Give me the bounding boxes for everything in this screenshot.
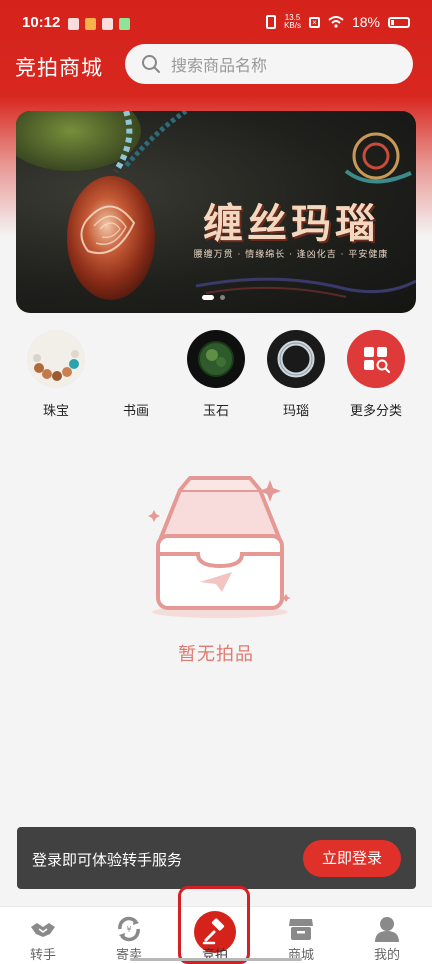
search-icon — [142, 55, 160, 73]
vibrate-icon — [266, 15, 277, 29]
login-prompt-text: 登录即可体验转手服务 — [32, 851, 183, 869]
battery-icon — [388, 16, 410, 28]
search-placeholder: 搜索商品名称 — [171, 56, 268, 75]
app-notification-icon — [102, 18, 113, 30]
more-categories-icon — [347, 330, 405, 388]
profile-icon — [375, 917, 399, 942]
nav-item-consign[interactable]: ¥ 寄卖 — [86, 907, 172, 964]
empty-box-icon — [148, 476, 291, 618]
status-time: 10:12 — [22, 14, 61, 31]
banner-dot-active — [202, 295, 214, 300]
category-label: 玛瑙 — [282, 404, 309, 419]
status-right: 13.5 KB/s × 18% — [266, 14, 410, 30]
nav-item-profile[interactable]: 我的 — [344, 907, 430, 964]
home-indicator — [130, 958, 302, 961]
banner-dot — [220, 295, 225, 300]
status-bar: 10:12 13.5 KB/s × 18% — [0, 0, 432, 40]
login-prompt-bar: 登录即可体验转手服务 立即登录 — [17, 827, 416, 889]
painting-image — [107, 330, 165, 388]
no-sim-icon: × — [308, 16, 320, 28]
search-input[interactable]: 搜索商品名称 — [125, 44, 413, 84]
banner-title: 缠丝玛瑙 — [203, 200, 379, 247]
wifi-icon — [328, 16, 344, 28]
category-label: 书画 — [122, 404, 149, 419]
category-label: 玉石 — [202, 404, 229, 419]
store-icon — [289, 919, 313, 940]
notification-icons — [68, 18, 130, 30]
nav-item-mall[interactable]: 商城 — [258, 907, 344, 964]
svg-text:¥: ¥ — [126, 925, 131, 934]
category-more[interactable]: 更多分类 — [336, 330, 416, 419]
exchange-icon: ¥ — [118, 916, 140, 942]
banner-subtitle: 腰缠万贯 · 情缘绵长 · 逢凶化吉 · 平安健康 — [193, 250, 389, 260]
jade-image — [187, 330, 245, 388]
empty-state-text: 暂无拍品 — [178, 644, 254, 665]
promo-banner[interactable]: 缠丝玛瑙 腰缠万贯 · 情缘绵长 · 逢凶化吉 · 平安健康 — [16, 111, 416, 313]
login-button[interactable]: 立即登录 — [303, 840, 401, 877]
banner-pagination — [202, 295, 225, 300]
category-jewelry[interactable]: 珠宝 — [16, 330, 96, 419]
category-label: 珠宝 — [42, 404, 69, 419]
category-agate[interactable]: 玛瑙 — [256, 330, 336, 419]
network-speed-unit: KB/s — [284, 21, 301, 30]
category-row: 珠宝 书画 玉石 玛瑙 更多分类 — [0, 330, 432, 420]
app-notification-icon — [85, 18, 96, 30]
page-title: 竞拍商城 — [15, 56, 103, 80]
nav-item-transfer[interactable]: 转手 — [0, 907, 86, 964]
agate-bracelet-image — [267, 330, 325, 388]
nav-item-auction[interactable]: 竞拍 — [172, 907, 258, 964]
category-painting[interactable]: 书画 — [96, 330, 176, 419]
category-jade[interactable]: 玉石 — [176, 330, 256, 419]
bottom-nav: 转手 ¥ 寄卖 竞拍 商城 我的 — [0, 906, 432, 964]
category-label: 更多分类 — [349, 404, 402, 419]
handshake-icon — [31, 923, 55, 937]
app-notification-icon — [119, 18, 130, 30]
sim-icon — [68, 18, 79, 30]
network-speed: 13.5 KB/s — [284, 14, 301, 30]
battery-percent: 18% — [351, 14, 380, 30]
nav-label: 我的 — [373, 948, 400, 963]
nav-label: 转手 — [29, 948, 56, 963]
bead-bracelet-image — [27, 330, 85, 388]
